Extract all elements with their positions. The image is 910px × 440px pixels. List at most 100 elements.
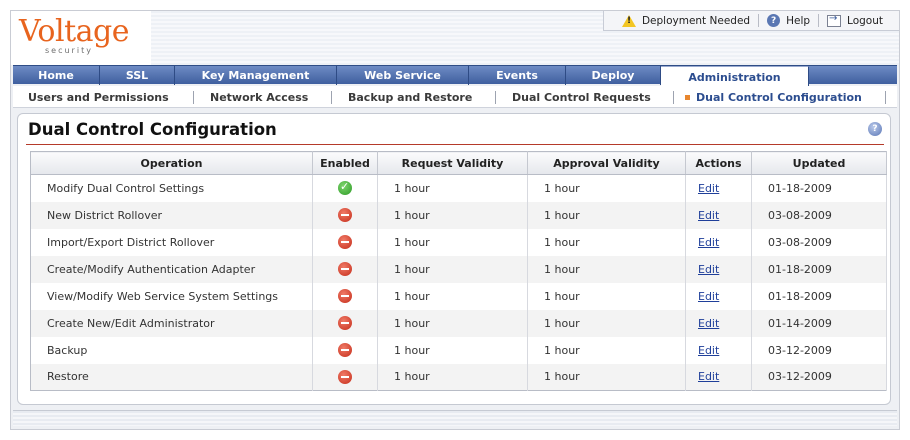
enabled-cell xyxy=(312,336,378,364)
edit-link[interactable]: Edit xyxy=(698,370,719,383)
subtab-dual-control-configuration[interactable]: Dual Control Configuration xyxy=(685,86,862,108)
updated-cell: 01-18-2009 xyxy=(751,174,887,202)
operation-cell: New District Rollover xyxy=(30,201,313,229)
approval-validity-cell: 1 hour xyxy=(527,309,686,337)
approval-validity-cell: 1 hour xyxy=(527,336,686,364)
actions-cell: Edit xyxy=(685,282,752,310)
operation-cell: Create/Modify Authentication Adapter xyxy=(30,255,313,283)
app-window: Voltage security Deployment Needed ? Hel… xyxy=(10,10,900,430)
updated-cell: 01-14-2009 xyxy=(751,309,887,337)
edit-link[interactable]: Edit xyxy=(698,344,719,357)
table-row: Import/Export District Rollover 1 hour 1 h… xyxy=(30,228,887,256)
approval-validity-cell: 1 hour xyxy=(527,228,686,256)
content-panel: Dual Control Configuration ? Operation E… xyxy=(17,113,891,405)
help-icon[interactable]: ? xyxy=(868,122,882,136)
enabled-cell xyxy=(312,282,378,310)
tab-ssl[interactable]: SSL xyxy=(100,66,175,85)
updated-cell: 03-08-2009 xyxy=(751,201,887,229)
tab-key-management[interactable]: Key Management xyxy=(175,66,337,85)
actions-cell: Edit xyxy=(685,228,752,256)
edit-link[interactable]: Edit xyxy=(698,263,719,276)
disabled-icon xyxy=(338,208,352,222)
tab-deploy[interactable]: Deploy xyxy=(566,66,661,85)
subtab-backup-and-restore[interactable]: Backup and Restore xyxy=(348,86,472,108)
tab-web-service[interactable]: Web Service xyxy=(337,66,469,85)
column-header-approval-validity[interactable]: Approval Validity xyxy=(527,151,686,175)
subtab-label: Dual Control Configuration xyxy=(696,90,862,104)
updated-cell: 01-18-2009 xyxy=(751,282,887,310)
actions-cell: Edit xyxy=(685,309,752,337)
column-header-request-validity[interactable]: Request Validity xyxy=(377,151,528,175)
header: Voltage security Deployment Needed ? Hel… xyxy=(11,11,899,65)
approval-validity-cell: 1 hour xyxy=(527,363,686,391)
enabled-cell xyxy=(312,363,378,391)
column-header-enabled[interactable]: Enabled xyxy=(312,151,378,175)
logout-link[interactable]: Logout xyxy=(819,13,891,28)
actions-cell: Edit xyxy=(685,201,752,229)
request-validity-cell: 1 hour xyxy=(377,228,528,256)
disabled-icon xyxy=(338,316,352,330)
actions-cell: Edit xyxy=(685,363,752,391)
logout-icon xyxy=(827,13,842,27)
approval-validity-cell: 1 hour xyxy=(527,255,686,283)
divider xyxy=(673,91,674,104)
subtab-dual-control-requests[interactable]: Dual Control Requests xyxy=(512,86,651,108)
column-header-updated[interactable]: Updated xyxy=(751,151,887,175)
deployment-needed-link[interactable]: Deployment Needed xyxy=(614,14,758,28)
column-header-operation[interactable]: Operation xyxy=(30,151,313,175)
edit-link[interactable]: Edit xyxy=(698,290,719,303)
logout-label: Logout xyxy=(847,14,883,27)
approval-validity-cell: 1 hour xyxy=(527,282,686,310)
edit-link[interactable]: Edit xyxy=(698,182,719,195)
request-validity-cell: 1 hour xyxy=(377,201,528,229)
approval-validity-cell: 1 hour xyxy=(527,201,686,229)
table-body: Modify Dual Control Settings1 hour1 hour… xyxy=(30,174,887,391)
request-validity-cell: 1 hour xyxy=(377,336,528,364)
active-bullet-icon xyxy=(685,94,690,100)
help-label: Help xyxy=(786,14,811,27)
enabled-cell xyxy=(312,201,378,229)
operation-cell: Modify Dual Control Settings xyxy=(30,174,313,202)
footer xyxy=(13,410,897,426)
dual-control-table: Operation Enabled Request Validity Appro… xyxy=(30,151,887,391)
logo-wordmark: Voltage xyxy=(19,14,129,49)
table-row: Modify Dual Control Settings 1 hour1 hour… xyxy=(30,174,887,202)
operation-cell: View/Modify Web Service System Settings xyxy=(30,282,313,310)
request-validity-cell: 1 hour xyxy=(377,255,528,283)
updated-cell: 01-18-2009 xyxy=(751,255,887,283)
warning-icon xyxy=(621,14,636,27)
operation-cell: Backup xyxy=(30,336,313,364)
tab-home[interactable]: Home xyxy=(13,66,100,85)
table-row: New District Rollover 1 hour 1 hour Edit 03-… xyxy=(30,201,887,229)
logo[interactable]: Voltage security xyxy=(11,11,151,65)
tab-events[interactable]: Events xyxy=(469,66,566,85)
edit-link[interactable]: Edit xyxy=(698,236,719,249)
updated-cell: 03-12-2009 xyxy=(751,363,887,391)
request-validity-cell: 1 hour xyxy=(377,174,528,202)
subtab-users-and-permissions[interactable]: Users and Permissions xyxy=(28,86,169,108)
approval-validity-cell: 1 hour xyxy=(527,174,686,202)
help-link[interactable]: ? Help xyxy=(759,14,818,28)
subtab-network-access[interactable]: Network Access xyxy=(210,86,308,108)
enabled-cell xyxy=(312,228,378,256)
edit-link[interactable]: Edit xyxy=(698,317,719,330)
updated-cell: 03-08-2009 xyxy=(751,228,887,256)
page-title: Dual Control Configuration xyxy=(28,120,277,139)
actions-cell: Edit xyxy=(685,336,752,364)
disabled-icon xyxy=(338,289,352,303)
enabled-cell xyxy=(312,309,378,337)
title-divider xyxy=(26,144,884,145)
request-validity-cell: 1 hour xyxy=(377,363,528,391)
operation-cell: Import/Export District Rollover xyxy=(30,228,313,256)
operation-cell: Restore xyxy=(30,363,313,391)
tab-administration[interactable]: Administration xyxy=(661,66,809,88)
edit-link[interactable]: Edit xyxy=(698,209,719,222)
table-row: Restore 1 hour 1 hour Edit 03-12-2009 xyxy=(30,363,887,391)
deployment-needed-label: Deployment Needed xyxy=(641,14,751,27)
updated-cell: 03-12-2009 xyxy=(751,336,887,364)
enabled-cell xyxy=(312,255,378,283)
sub-nav: Users and Permissions Network Access Bac… xyxy=(13,86,897,108)
table-row: Backup 1 hour 1 hour Edit 03-12-2009 xyxy=(30,336,887,364)
table-header-row: Operation Enabled Request Validity Appro… xyxy=(30,151,887,175)
logo-tagline: security xyxy=(45,46,93,55)
